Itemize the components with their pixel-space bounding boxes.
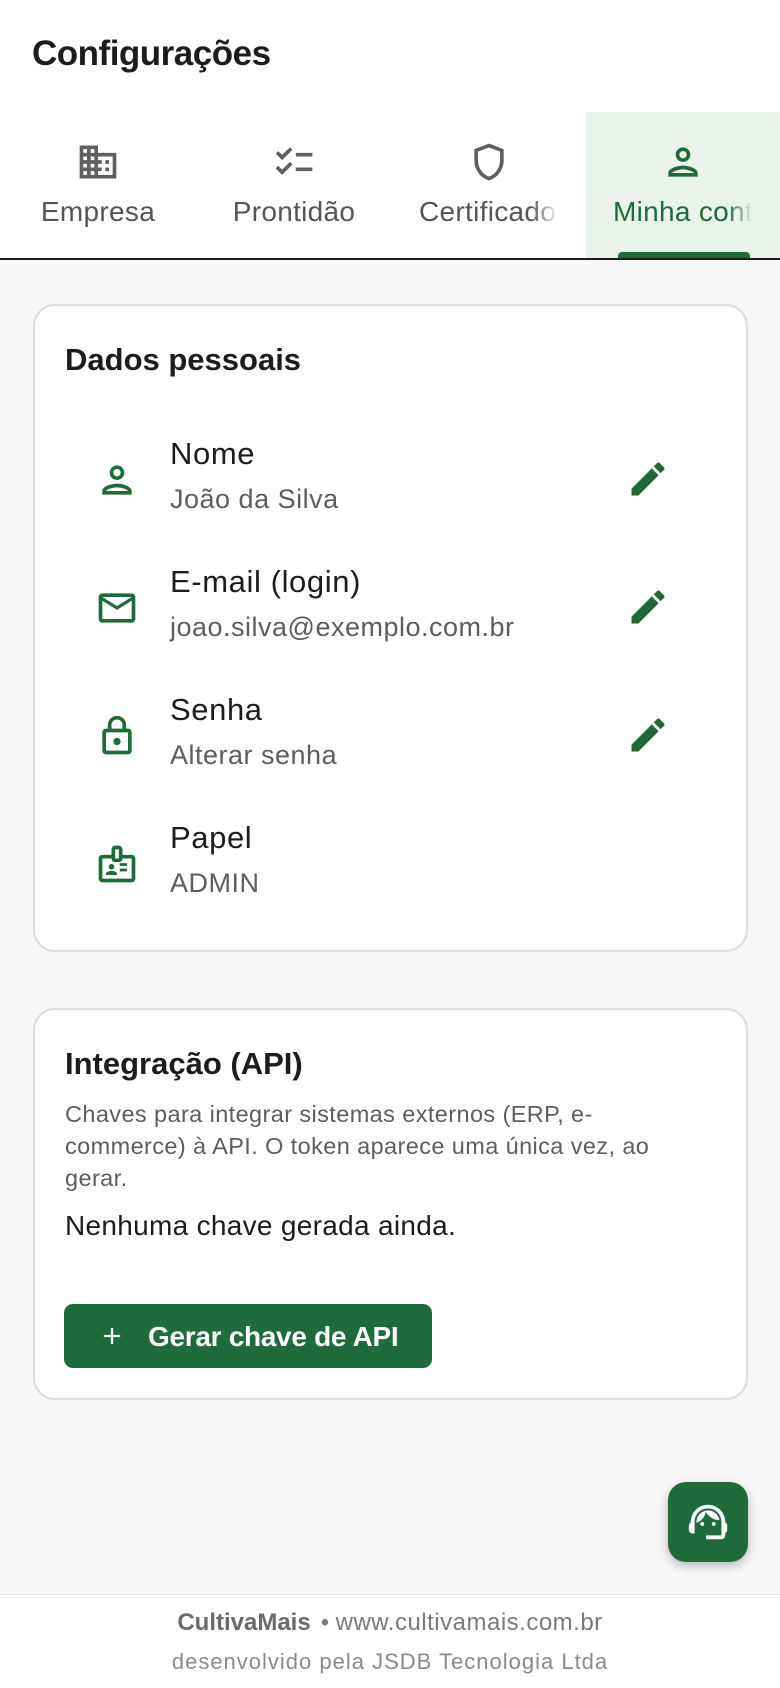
field-papel: Papel ADMIN xyxy=(35,810,746,920)
pencil-icon xyxy=(631,590,665,624)
page-title: Configurações xyxy=(32,34,271,73)
field-email: E-mail (login) joao.silva@exemplo.com.br xyxy=(35,554,746,664)
button-label: Gerar chave de API xyxy=(148,1321,399,1352)
footer-line: CultivaMais • www.cultivamais.com.br xyxy=(0,1609,780,1637)
pencil-icon xyxy=(631,462,665,496)
checklist-icon xyxy=(275,147,313,175)
plus-icon xyxy=(103,1327,121,1345)
person-icon xyxy=(102,465,132,495)
footer-separator: • xyxy=(320,1609,330,1636)
api-description: Chaves para integrar sistemas externos (… xyxy=(65,1101,650,1191)
tab-minha-conta[interactable]: Minha conta xyxy=(586,112,780,258)
footer-credit: desenvolvido pela JSDB Tecnologia Ltda xyxy=(171,1649,609,1674)
support-agent-icon xyxy=(688,1504,728,1540)
footer-brand: CultivaMais xyxy=(177,1609,311,1636)
field-value: joao.silva@exemplo.com.br xyxy=(170,612,515,642)
generate-api-key-button[interactable]: Gerar chave de API xyxy=(64,1304,432,1368)
field-label: E-mail (login) xyxy=(170,564,361,599)
field-label: Senha xyxy=(170,692,263,727)
field-value: Alterar senha xyxy=(170,740,338,770)
footer: CultivaMais • www.cultivamais.com.br desen… xyxy=(0,1594,780,1688)
field-value: João da Silva xyxy=(170,484,339,514)
tab-label: Prontidão xyxy=(232,196,356,227)
tab-empresa[interactable]: Empresa xyxy=(0,112,196,258)
field-value: ADMIN xyxy=(170,868,260,898)
field-senha: Senha Alterar senha xyxy=(35,682,746,792)
pencil-icon xyxy=(631,718,665,752)
app-bar: Configurações xyxy=(0,0,780,112)
tab-label: Minha conta xyxy=(613,196,753,227)
tab-certificado[interactable]: Certificado xyxy=(392,112,586,258)
edit-nome-button[interactable] xyxy=(623,454,673,504)
edit-senha-button[interactable] xyxy=(623,710,673,760)
field-nome: Nome João da Silva xyxy=(35,426,746,536)
mail-icon xyxy=(98,593,136,623)
support-fab[interactable] xyxy=(668,1482,748,1562)
person-icon xyxy=(668,147,698,177)
tab-label: Certificado xyxy=(419,196,557,227)
shield-icon xyxy=(474,143,504,181)
field-label: Nome xyxy=(170,436,256,471)
lock-icon xyxy=(102,715,132,755)
personal-data-title: Dados pessoais xyxy=(65,342,302,377)
api-empty-state: Nenhuma chave gerada ainda. xyxy=(65,1210,457,1241)
footer-url-link[interactable]: www.cultivamais.com.br xyxy=(336,1609,603,1636)
settings-tabs: Empresa Prontidão Certificado Minha cont… xyxy=(0,112,780,260)
field-label: Papel xyxy=(170,820,253,855)
badge-icon xyxy=(98,845,136,883)
personal-data-card: Dados pessoais Nome João da Silva E-mail… xyxy=(33,304,748,952)
api-title: Integração (API) xyxy=(65,1046,303,1081)
building-icon xyxy=(79,145,117,179)
active-tab-indicator xyxy=(618,252,750,258)
tab-label: Empresa xyxy=(40,196,156,227)
api-integration-card: Integração (API) Chaves para integrar si… xyxy=(33,1008,748,1400)
edit-email-button[interactable] xyxy=(623,582,673,632)
tab-prontidao[interactable]: Prontidão xyxy=(196,112,392,258)
